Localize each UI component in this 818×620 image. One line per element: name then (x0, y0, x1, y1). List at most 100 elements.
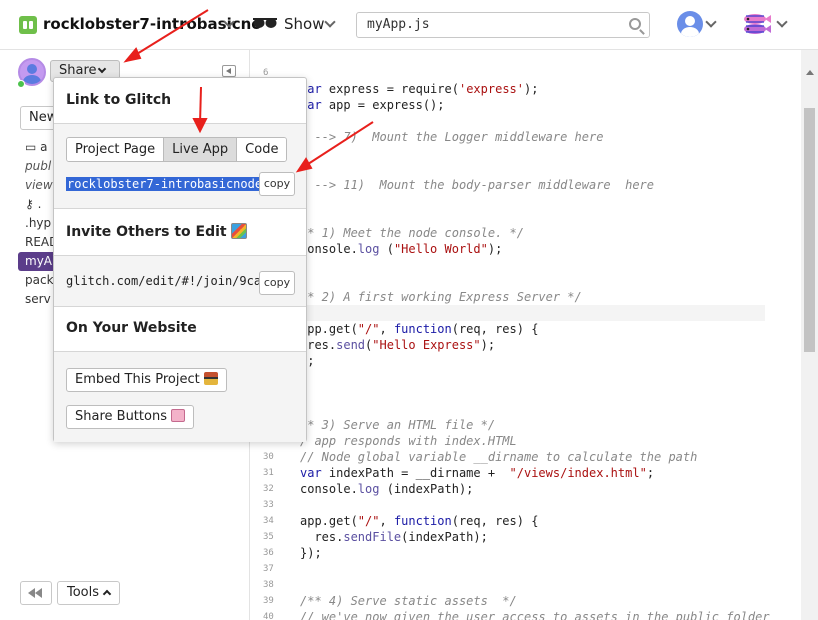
code-text: / app responds with index.HTML (300, 434, 517, 448)
embed-project-button[interactable]: Embed This Project (66, 368, 227, 392)
code-text: /** 4) Serve static assets */ (300, 594, 517, 608)
line-number: 37 (263, 564, 274, 574)
code-line[interactable]: / (251, 369, 765, 385)
invite-title: Invite Others to Edit (66, 223, 248, 240)
online-status-dot (17, 80, 25, 88)
collapse-sidebar-icon[interactable] (222, 65, 236, 77)
rewind-icon[interactable] (20, 581, 52, 605)
tab-code[interactable]: Code (237, 138, 287, 161)
user-avatar[interactable] (677, 11, 703, 37)
code-line[interactable]: ** 1) Meet the node console. */ (251, 225, 765, 241)
live-app-url-text: rocklobster7-introbasicnode (66, 177, 260, 191)
embed-emoji-icon (203, 372, 218, 385)
file-item-hyperdev[interactable]: .hyp (18, 214, 58, 233)
file-item-server[interactable]: serv (18, 290, 58, 309)
line-number: 40 (263, 612, 274, 620)
invite-url[interactable]: glitch.com/edit/#!/join/9ca (66, 270, 260, 292)
line-number: 32 (263, 484, 274, 494)
tools-button-label: Tools (67, 585, 100, 600)
invite-section: glitch.com/edit/#!/join/9ca copy (54, 255, 306, 307)
code-line[interactable]: ** 3) Serve an HTML file */ (251, 417, 765, 433)
copy-invite-url-button[interactable]: copy (259, 271, 295, 295)
code-text: ** 1) Meet the node console. */ (300, 226, 524, 240)
file-item-readme[interactable]: READ (18, 233, 58, 252)
code-line[interactable]: * (251, 305, 765, 321)
code-line[interactable]: console.log ("Hello World"); (251, 241, 765, 257)
tools-chevron-icon (102, 589, 112, 599)
code-line[interactable] (251, 273, 765, 289)
code-line[interactable] (251, 257, 765, 273)
code-line[interactable]: 36}); (251, 545, 765, 561)
rainbow-emoji-icon (231, 223, 248, 239)
line-number: 35 (263, 532, 274, 542)
code-line[interactable]: 39 /** 4) Serve static assets */ (251, 593, 765, 609)
code-line[interactable]: / app responds with index.HTML (251, 433, 765, 449)
code-line[interactable] (251, 209, 765, 225)
line-number: 39 (263, 596, 274, 606)
line-number: 33 (263, 500, 274, 510)
code-line[interactable]: 30 // Node global variable __dirname to c… (251, 449, 765, 465)
link-section: Project Page Live App Code rocklobster7-… (54, 123, 306, 209)
code-text: res.sendFile(indexPath); (300, 530, 488, 544)
code-editor[interactable]: 6 var express = require('express'); var ap… (251, 50, 801, 620)
tools-button[interactable]: Tools (57, 581, 120, 605)
code-text: ** 2) A first working Express Server */ (300, 290, 582, 304)
code-line[interactable]: 33 (251, 497, 765, 513)
file-item-views[interactable]: view (18, 176, 58, 195)
code-line[interactable]: ); (251, 353, 765, 369)
tab-project-page[interactable]: Project Page (67, 138, 165, 161)
code-line[interactable] (251, 385, 765, 401)
file-item-env[interactable]: ⚷ . (18, 195, 58, 214)
code-line[interactable] (251, 113, 765, 129)
share-buttons-button[interactable]: Share Buttons (66, 405, 194, 429)
show-button[interactable]: Show (284, 15, 324, 33)
key-icon: ⚷ (25, 197, 38, 211)
file-item-myapp[interactable]: myAp (18, 252, 58, 271)
code-line[interactable]: 37 (251, 561, 765, 577)
code-line[interactable]: var app = express(); (251, 97, 765, 113)
editor-scrollbar[interactable] (801, 50, 818, 620)
code-text: // we've now given the user access to as… (300, 610, 770, 620)
search-icon (629, 18, 641, 30)
code-text: }); (300, 546, 322, 560)
user-menu-chevron-icon[interactable] (705, 16, 717, 28)
code-line[interactable]: 31 var indexPath = __dirname + "/views/in… (251, 465, 765, 481)
code-line[interactable] (251, 161, 765, 177)
code-line[interactable]: 32 console.log (indexPath); (251, 481, 765, 497)
file-item-public[interactable]: publ (18, 157, 58, 176)
scrollbar-thumb[interactable] (804, 108, 815, 352)
show-chevron-icon[interactable] (324, 16, 336, 28)
code-line[interactable]: var express = require('express'); (251, 81, 765, 97)
code-line[interactable]: app.get("/", function(req, res) { (251, 321, 765, 337)
search-value: myApp.js (367, 17, 430, 32)
file-item-package[interactable]: pack (18, 271, 58, 290)
code-line[interactable]: 35 res.sendFile(indexPath); (251, 529, 765, 545)
copy-live-url-button[interactable]: copy (259, 172, 295, 196)
code-line[interactable]: 6 (251, 65, 765, 81)
code-text: console.log ("Hello World"); (300, 242, 503, 256)
code-line[interactable]: / --> 7) Mount the Logger middleware her… (251, 129, 765, 145)
file-item-assets[interactable]: ▭ a (18, 138, 58, 157)
live-app-url[interactable]: rocklobster7-introbasicnode (66, 173, 260, 195)
search-input[interactable]: myApp.js (356, 12, 650, 38)
scroll-up-arrow-icon[interactable] (806, 70, 814, 75)
code-line[interactable]: 34 app.get("/", function(req, res) { (251, 513, 765, 529)
code-line[interactable]: / --> 11) Mount the body-parser middlewa… (251, 177, 765, 193)
code-line[interactable]: res.send("Hello Express"); (251, 337, 765, 353)
code-line[interactable] (251, 145, 765, 161)
tab-live-app[interactable]: Live App (164, 138, 238, 161)
code-line[interactable]: ** 2) A first working Express Server */ (251, 289, 765, 305)
code-line[interactable] (251, 401, 765, 417)
sunglasses-icon[interactable] (252, 16, 278, 30)
logo-menu-chevron-icon[interactable] (776, 16, 788, 28)
project-logo-icon[interactable] (19, 16, 37, 34)
code-text: ** 3) Serve an HTML file */ (300, 418, 496, 432)
glitch-fish-logo-icon[interactable] (740, 10, 772, 38)
code-text: app.get("/", function(req, res) { (300, 322, 539, 336)
line-number: 31 (263, 468, 274, 478)
code-line[interactable] (251, 193, 765, 209)
code-line[interactable]: 38 (251, 577, 765, 593)
code-text: / --> 7) Mount the Logger middleware her… (300, 130, 604, 144)
link-type-tabs: Project Page Live App Code (66, 137, 288, 162)
code-line[interactable]: 40 // we've now given the user access to … (251, 609, 770, 620)
